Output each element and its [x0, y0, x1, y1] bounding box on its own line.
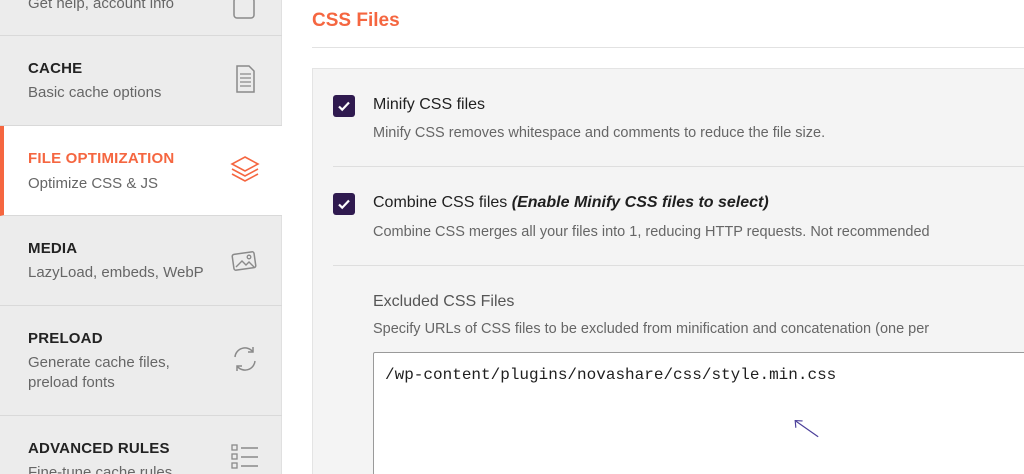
document-icon [228, 62, 262, 96]
section-title: CSS Files [312, 10, 400, 31]
option-label-note: (Enable Minify CSS files to select) [511, 194, 769, 211]
sidebar-item-subtitle: Get help, account info [28, 0, 174, 12]
refresh-icon [228, 342, 262, 376]
sidebar-item-advanced-rules[interactable]: ADVANCED RULES Fine-tune cache rules [0, 416, 282, 474]
divider [333, 265, 1024, 266]
check-icon [338, 199, 350, 210]
sidebar-item-title: CACHE [28, 60, 83, 77]
sidebar-item-subtitle: Optimize CSS & JS [28, 175, 159, 192]
sidebar: Get help, account info CACHE Basic cache… [0, 0, 282, 474]
layers-icon [228, 152, 262, 186]
annotation-arrow-icon [794, 420, 819, 438]
minify-css-description: Minify CSS removes whitespace and commen… [373, 125, 826, 141]
sidebar-item-title: PRELOAD [28, 330, 103, 347]
textarea-value: /wp-content/plugins/novashare/css/style.… [385, 366, 837, 384]
sidebar-item-title: MEDIA [28, 240, 78, 257]
sidebar-item-subtitle: Generate cache files, [28, 354, 170, 371]
divider [312, 47, 1024, 48]
option-label: Combine CSS files [373, 194, 508, 211]
combine-css-label[interactable]: Combine CSS files (Enable Minify CSS fil… [373, 194, 769, 212]
minify-css-checkbox[interactable] [333, 95, 355, 117]
sidebar-item-cache[interactable]: CACHE Basic cache options [0, 36, 282, 126]
combine-css-description: Combine CSS merges all your files into 1… [373, 224, 930, 240]
sidebar-item-subtitle-line2: preload fonts [28, 374, 115, 391]
combine-css-checkbox[interactable] [333, 193, 355, 215]
sidebar-item-subtitle: Basic cache options [28, 84, 162, 101]
excluded-css-label: Excluded CSS Files [373, 293, 515, 310]
sidebar-item-file-optimization[interactable]: FILE OPTIMIZATION Optimize CSS & JS [0, 126, 282, 216]
help-icon [228, 0, 262, 24]
excluded-css-textarea[interactable]: /wp-content/plugins/novashare/css/style.… [373, 352, 1024, 474]
check-icon [338, 101, 350, 112]
option-label: Minify CSS files [373, 96, 486, 113]
sidebar-item-title: FILE OPTIMIZATION [28, 150, 175, 167]
sidebar-item-subtitle: LazyLoad, embeds, WebP [28, 264, 204, 281]
sidebar-item-title: ADVANCED RULES [28, 440, 170, 457]
images-icon [228, 244, 262, 278]
divider [333, 166, 1024, 167]
excluded-css-description: Specify URLs of CSS files to be excluded… [373, 321, 930, 337]
sidebar-item-preload[interactable]: PRELOAD Generate cache files, preload fo… [0, 306, 282, 416]
sidebar-item-help[interactable]: Get help, account info [0, 0, 282, 36]
sidebar-item-media[interactable]: MEDIA LazyLoad, embeds, WebP [0, 216, 282, 306]
sidebar-item-subtitle: Fine-tune cache rules [28, 464, 173, 474]
list-icon [228, 440, 262, 474]
minify-css-label[interactable]: Minify CSS files [373, 96, 485, 114]
